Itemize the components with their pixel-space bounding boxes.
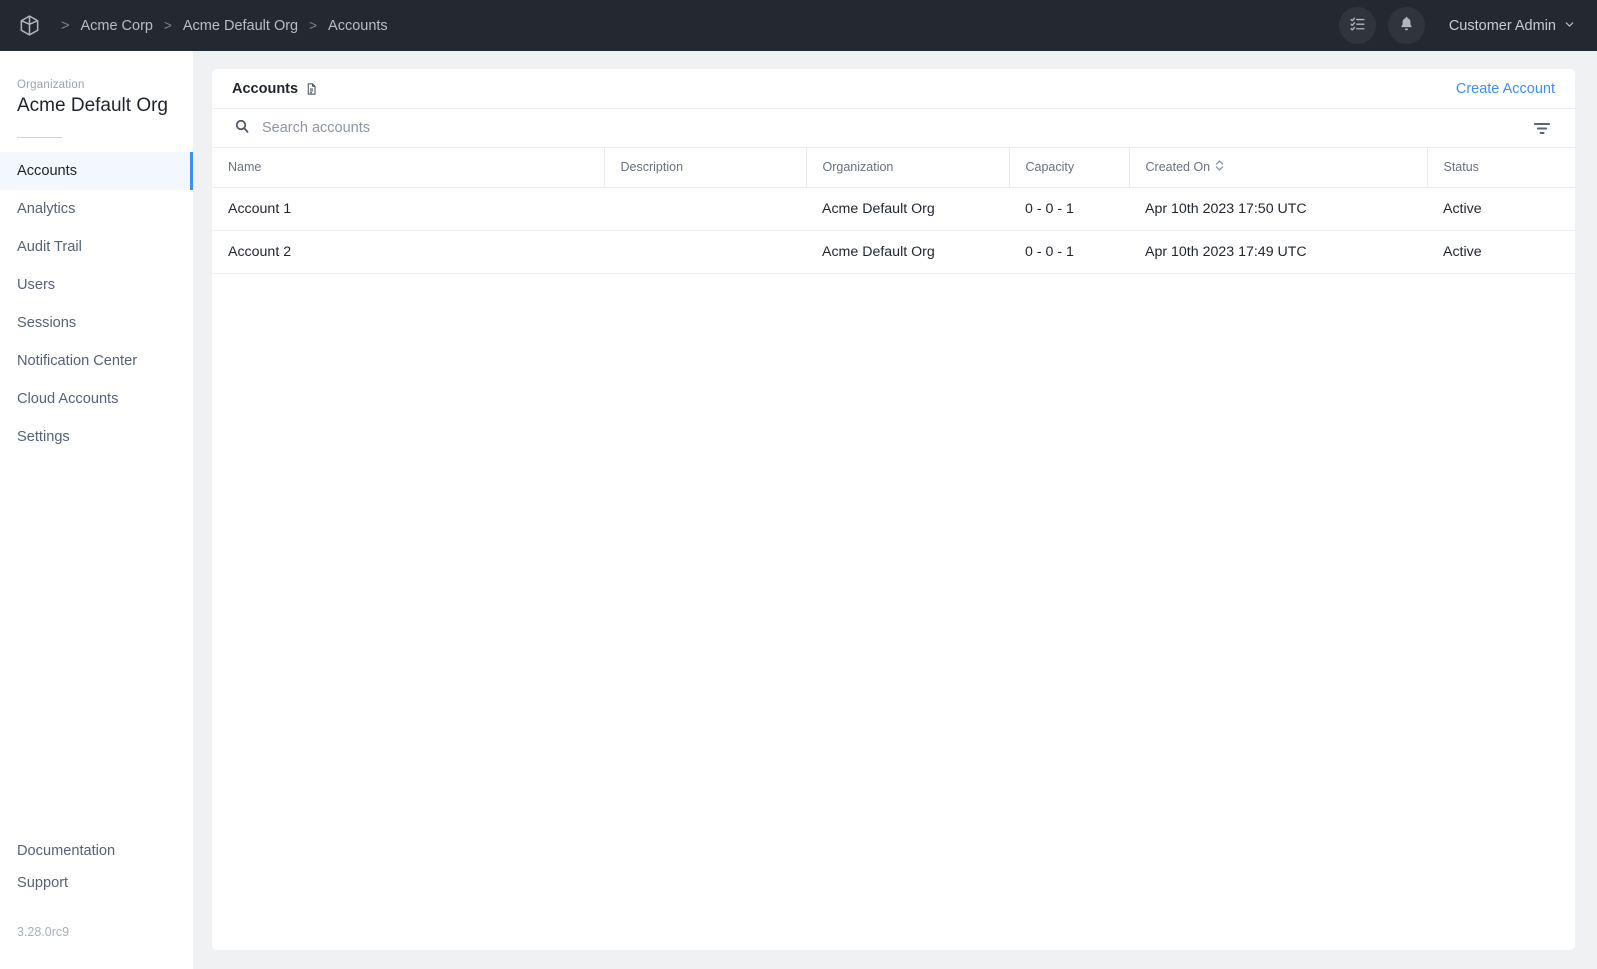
sort-control-created-on[interactable]: Created On: [1146, 159, 1225, 175]
page-title: Accounts: [232, 80, 299, 97]
table-header-row: Name Description Organization Capacity C…: [212, 148, 1575, 188]
checklist-icon: [1349, 15, 1366, 37]
cell-organization: Acme Default Org: [806, 230, 1009, 274]
sidebar-item-users[interactable]: Users: [0, 266, 193, 304]
tasks-button[interactable]: [1338, 7, 1376, 44]
sidebar-item-settings[interactable]: Settings: [0, 418, 193, 456]
sidebar-item-audit-trail[interactable]: Audit Trail: [0, 228, 193, 266]
cell-capacity: 0 - 0 - 1: [1009, 230, 1129, 274]
sidebar-item-sessions[interactable]: Sessions: [0, 304, 193, 342]
organization-label: Organization: [17, 79, 85, 91]
sidebar-item-accounts[interactable]: Accounts: [0, 152, 193, 190]
column-header-capacity[interactable]: Capacity: [1009, 148, 1130, 188]
document-icon[interactable]: [305, 82, 318, 96]
sidebar-item-support[interactable]: Support: [0, 867, 193, 899]
accounts-panel: Accounts Create Account Search accounts …: [212, 69, 1575, 950]
column-header-description[interactable]: Description: [604, 148, 807, 188]
column-header-organization[interactable]: Organization: [806, 148, 1010, 188]
column-header-status[interactable]: Status: [1427, 148, 1575, 188]
cell-status: Active: [1427, 230, 1575, 274]
breadcrumb: > Acme Corp > Acme Default Org > Account…: [50, 16, 388, 36]
sidebar-item-analytics[interactable]: Analytics: [0, 190, 193, 228]
cell-organization: Acme Default Org: [806, 187, 1009, 231]
chevron-down-icon: [1564, 18, 1575, 34]
bell-icon: [1398, 15, 1415, 37]
panel-header: Accounts Create Account: [212, 69, 1575, 109]
sidebar-item-notification-center[interactable]: Notification Center: [0, 342, 193, 380]
organization-name: Acme Default Org: [17, 95, 168, 116]
user-menu-label: Customer Admin: [1448, 17, 1556, 34]
notifications-button[interactable]: [1387, 7, 1425, 44]
user-menu[interactable]: Customer Admin: [1449, 18, 1575, 34]
app-logo[interactable]: [14, 11, 44, 41]
cell-description: [604, 230, 806, 274]
breadcrumb-sep-0: >: [61, 17, 70, 34]
sidebar-item-documentation[interactable]: Documentation: [0, 835, 193, 867]
column-header-created-on[interactable]: Created On: [1129, 148, 1428, 188]
cell-status: Active: [1427, 187, 1575, 231]
cell-name: Account 2: [212, 230, 604, 274]
app-version: 3.28.0rc9: [17, 925, 70, 939]
table-header: Name Description Organization Capacity C…: [212, 148, 1575, 188]
search-input[interactable]: [262, 120, 1529, 136]
top-header-bar: > Acme Corp > Acme Default Org > Account…: [0, 0, 1597, 51]
sidebar: Organization Acme Default Org Accounts A…: [0, 51, 193, 969]
breadcrumb-item-acme-default-org[interactable]: Acme Default Org: [183, 16, 298, 36]
cell-name: Account 1: [212, 187, 604, 231]
breadcrumb-sep-2: >: [309, 18, 318, 33]
filter-icon[interactable]: [1529, 117, 1555, 140]
cell-description: [604, 187, 806, 231]
search-icon: [234, 118, 250, 139]
sidebar-nav: Accounts Analytics Audit Trail Users Ses…: [0, 152, 193, 456]
cell-created-on: Apr 10th 2023 17:50 UTC: [1129, 187, 1427, 231]
table-body: Account 1 Acme Default Org 0 - 0 - 1 Apr…: [212, 187, 1575, 274]
breadcrumb-sep-1: >: [164, 18, 172, 33]
cell-created-on: Apr 10th 2023 17:49 UTC: [1129, 230, 1427, 274]
sidebar-divider: [17, 137, 62, 138]
column-header-name[interactable]: Name: [212, 148, 605, 188]
sort-chevrons-icon: [1215, 159, 1224, 175]
sidebar-item-cloud-accounts[interactable]: Cloud Accounts: [0, 380, 193, 418]
table-row[interactable]: Account 1 Acme Default Org 0 - 0 - 1 Apr…: [212, 187, 1575, 231]
cell-capacity: 0 - 0 - 1: [1009, 187, 1129, 231]
main-content: Accounts Create Account Search accounts …: [193, 51, 1597, 969]
breadcrumb-item-accounts[interactable]: Accounts: [328, 16, 388, 36]
table-row[interactable]: Account 2 Acme Default Org 0 - 0 - 1 Apr…: [212, 230, 1575, 274]
breadcrumb-item-acme-corp[interactable]: Acme Corp: [80, 16, 153, 36]
create-account-button[interactable]: Create Account: [1456, 81, 1555, 97]
page-body: Organization Acme Default Org Accounts A…: [0, 51, 1597, 969]
accounts-table: Name Description Organization Capacity C…: [212, 148, 1575, 274]
search-row: [212, 109, 1575, 148]
column-header-created-on-label: Created On: [1145, 160, 1211, 175]
sidebar-footer: Documentation Support 3.28.0rc9: [0, 835, 193, 969]
